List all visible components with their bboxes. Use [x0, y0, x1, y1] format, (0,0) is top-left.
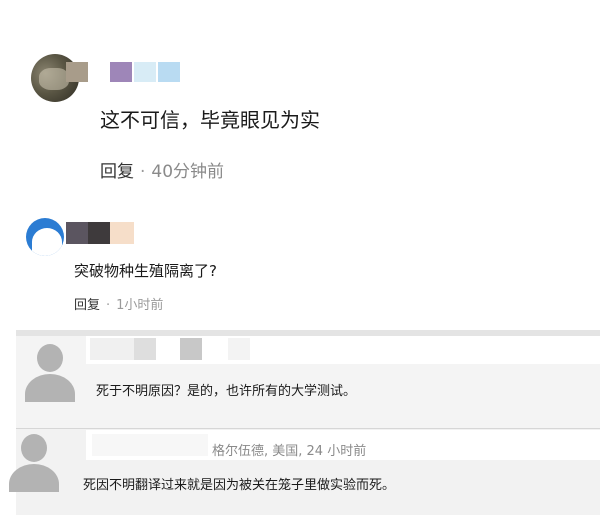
timestamp: 40分钟前 — [151, 162, 225, 182]
comment-text: 死因不明翻译过来就是因为被关在笼子里做实验而死。 — [83, 478, 396, 493]
timestamp: 1小时前 — [116, 298, 164, 313]
comment-meta: 回复 · 1小时前 — [74, 294, 163, 313]
reply-button[interactable]: 回复 — [74, 298, 100, 313]
separator: · — [106, 298, 111, 313]
person-silhouette-icon[interactable] — [4, 430, 62, 492]
reply-button[interactable]: 回复 — [100, 162, 134, 182]
divider — [16, 428, 600, 429]
comment-text: 这不可信，毕竟眼见为实 — [100, 108, 320, 132]
comment-text: 死于不明原因？是的，也许所有的大学测试。 — [96, 384, 357, 399]
separator: · — [140, 162, 146, 182]
comment-meta: 回复 · 40分钟前 — [100, 157, 224, 182]
avatar[interactable] — [26, 218, 64, 256]
redacted-header — [86, 336, 600, 364]
comments-screenshot: 这不可信，毕竟眼见为实 回复 · 40分钟前 突破物种生殖隔离了? 回复 · 1小时前 … — [0, 0, 600, 515]
author-line[interactable]: 格尔伍德, 美国, 24 小时前 — [212, 440, 366, 459]
comment-text: 突破物种生殖隔离了? — [74, 262, 217, 280]
person-silhouette-icon[interactable] — [20, 340, 78, 402]
